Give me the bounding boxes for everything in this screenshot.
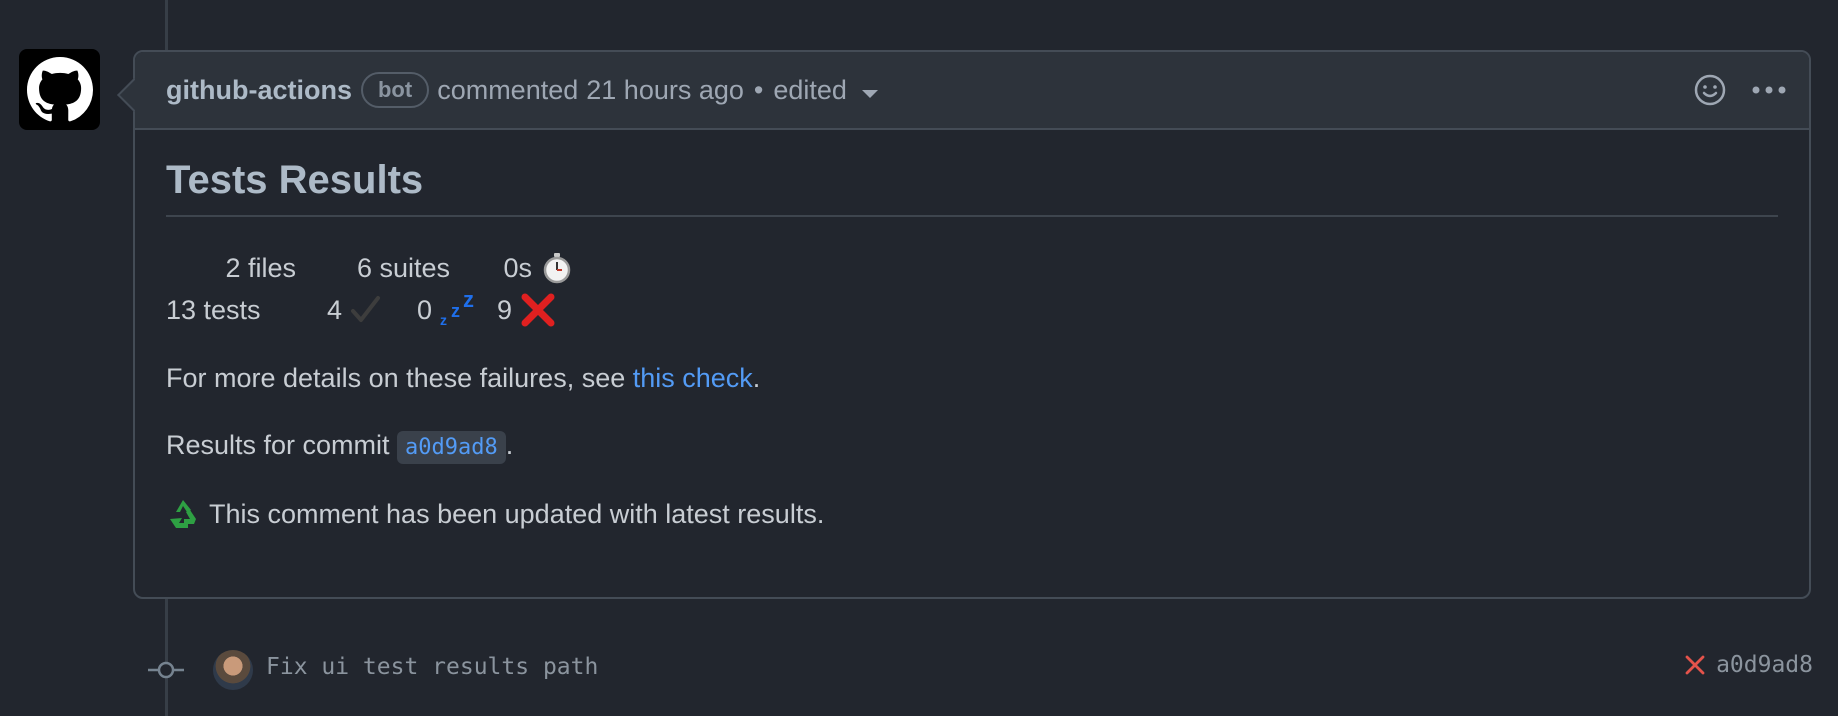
git-commit-icon bbox=[148, 661, 184, 679]
edited-dropdown[interactable]: edited bbox=[773, 75, 878, 106]
skipped-cell: 0 z z z bbox=[382, 289, 478, 331]
check-icon bbox=[351, 296, 380, 322]
commit-suffix: . bbox=[505, 430, 514, 460]
svg-text:z: z bbox=[451, 301, 460, 321]
failed-cell: 9 bbox=[478, 289, 556, 331]
files-count: 2 files bbox=[225, 253, 296, 283]
chevron-down-icon bbox=[861, 90, 878, 98]
cross-icon bbox=[521, 293, 555, 327]
commit-prefix: Results for commit bbox=[166, 430, 398, 460]
github-logo-icon bbox=[26, 56, 93, 121]
comment-action: commented bbox=[437, 74, 579, 105]
updated-note: This comment has been updated with lates… bbox=[209, 498, 825, 529]
failed-count: 9 bbox=[496, 295, 512, 325]
commit-sha-link[interactable]: a0d9ad8 bbox=[397, 431, 506, 464]
edited-label: edited bbox=[773, 74, 847, 105]
stats-row-tests: 13 tests 4 0 z z z 9 bbox=[166, 289, 1778, 331]
passed-cell: 4 bbox=[296, 289, 382, 331]
commit-line: Results for commit a0d9ad8. bbox=[166, 430, 1778, 464]
passed-count: 4 bbox=[326, 295, 342, 325]
details-suffix: . bbox=[752, 363, 761, 393]
kebab-menu-icon[interactable] bbox=[1751, 85, 1787, 95]
zzz-icon: z z z bbox=[440, 291, 474, 328]
commit-message-link[interactable]: Fix ui test results path bbox=[266, 654, 598, 680]
committer-avatar[interactable] bbox=[213, 650, 253, 690]
test-stats: 2 files 6 suites 0s 13 tests 4 0 z z z 9 bbox=[166, 247, 1778, 331]
tests-count: 13 tests bbox=[166, 295, 261, 325]
comment-timestamp[interactable]: 21 hours ago bbox=[586, 75, 744, 106]
commit-event-row: Fix ui test results path a0d9ad8 bbox=[148, 648, 1813, 692]
comment-title: Tests Results bbox=[166, 158, 1778, 217]
github-actions-avatar[interactable] bbox=[19, 49, 100, 130]
updated-line: This comment has been updated with lates… bbox=[166, 497, 1778, 531]
commit-sha[interactable]: a0d9ad8 bbox=[1716, 652, 1813, 678]
comment-body: Tests Results 2 files 6 suites 0s 13 tes… bbox=[135, 130, 1809, 531]
x-icon[interactable] bbox=[1684, 654, 1706, 676]
commit-status: a0d9ad8 bbox=[1684, 652, 1813, 678]
svg-text:z: z bbox=[463, 291, 474, 312]
bot-badge: bot bbox=[360, 72, 430, 108]
this-check-link[interactable]: this check bbox=[633, 363, 753, 393]
meta-separator: • bbox=[753, 74, 764, 105]
comment-header: github-actions bot commented 21 hours ag… bbox=[135, 52, 1809, 130]
duration-value: 0s bbox=[503, 253, 532, 283]
stopwatch-icon bbox=[543, 253, 571, 284]
svg-text:z: z bbox=[440, 312, 447, 328]
comment-author-link[interactable]: github-actions bbox=[166, 75, 352, 106]
details-line: For more details on these failures, see … bbox=[166, 363, 1778, 394]
recycle-icon bbox=[170, 500, 196, 528]
duration-cell: 0s bbox=[450, 247, 574, 289]
details-prefix: For more details on these failures, see bbox=[166, 363, 633, 393]
comment-actions bbox=[1693, 52, 1787, 128]
suites-count: 6 suites bbox=[356, 253, 450, 283]
skipped-count: 0 bbox=[416, 295, 432, 325]
smiley-icon[interactable] bbox=[1693, 73, 1727, 107]
comment-box: github-actions bot commented 21 hours ag… bbox=[117, 50, 1811, 599]
stats-row-summary: 2 files 6 suites 0s bbox=[166, 247, 1778, 289]
